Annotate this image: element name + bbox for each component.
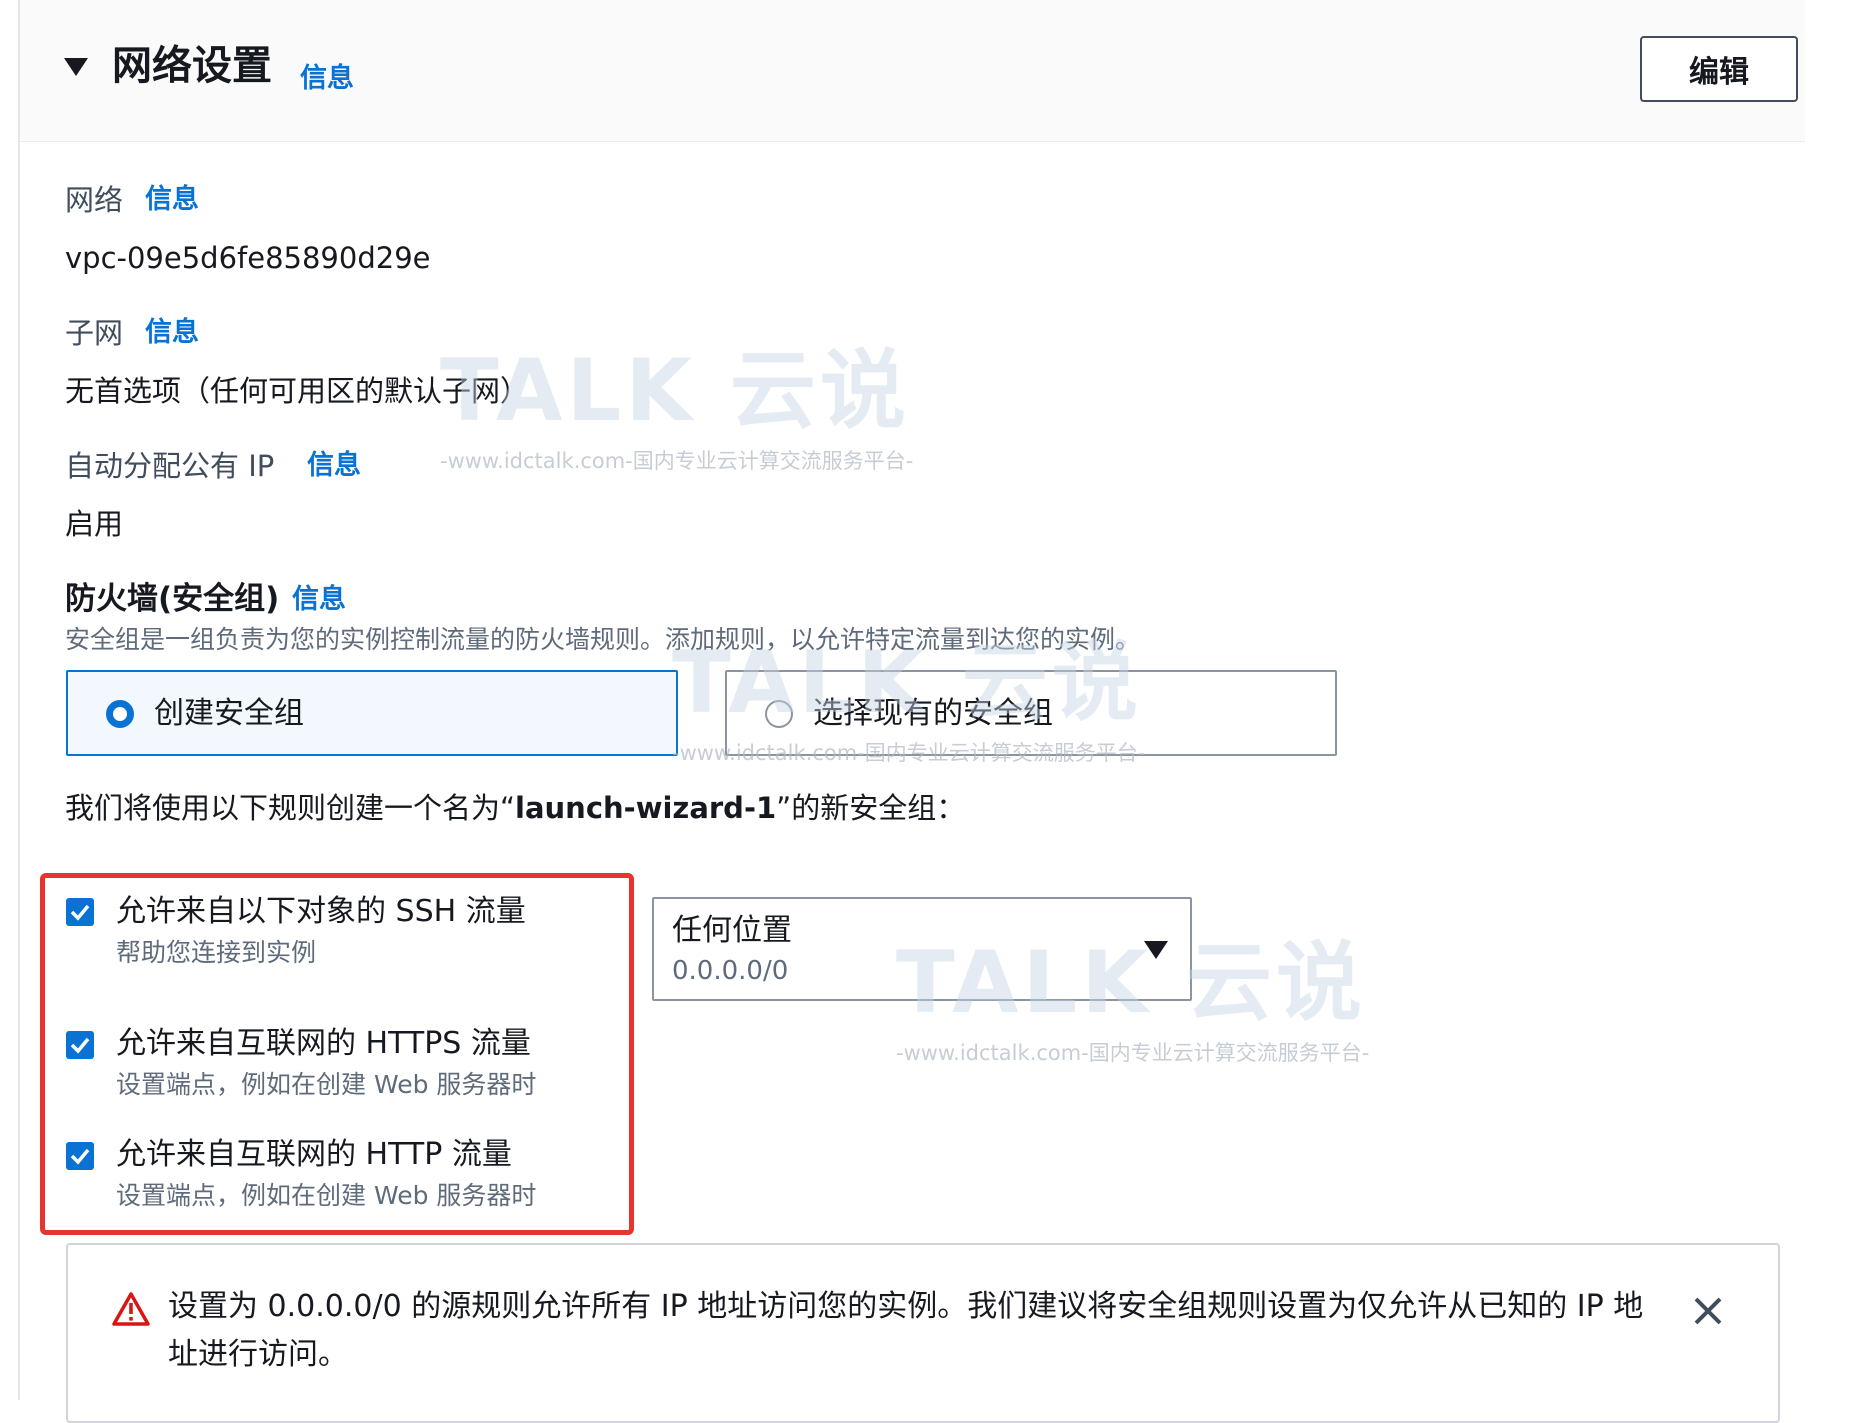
edit-button[interactable]: 编辑 <box>1640 36 1798 102</box>
https-checkbox[interactable] <box>66 1031 94 1059</box>
security-group-intro: 我们将使用以下规则创建一个名为“launch-wizard-1”的新安全组： <box>65 790 965 826</box>
subnet-info-link[interactable]: 信息 <box>145 315 199 351</box>
check-icon <box>70 904 90 921</box>
ssh-source-value: 任何位置 <box>672 913 792 948</box>
dropdown-caret-icon <box>1144 941 1168 959</box>
close-icon[interactable] <box>1688 1291 1728 1331</box>
network-settings-panel: 网络设置 信息 编辑 网络 信息 vpc-09e5d6fe85890d29e 子… <box>0 0 1870 1423</box>
warning-icon <box>112 1292 150 1326</box>
ssh-source-cidr: 0.0.0.0/0 <box>672 956 789 986</box>
open-access-warning: 设置为 0.0.0.0/0 的源规则允许所有 IP 地址访问您的实例。我们建议将… <box>66 1243 1780 1423</box>
create-security-group-tile[interactable]: 创建安全组 <box>66 670 678 756</box>
header-info-link[interactable]: 信息 <box>300 56 354 95</box>
network-label: 网络 <box>65 183 124 217</box>
watermark-sub: -www.idctalk.com-国内专业云计算交流服务平台- <box>896 1041 1370 1065</box>
network-info-link[interactable]: 信息 <box>145 182 199 218</box>
network-value: vpc-09e5d6fe85890d29e <box>65 241 431 275</box>
panel-header: 网络设置 信息 编辑 <box>20 0 1805 142</box>
check-icon <box>70 1037 90 1054</box>
firewall-info-link[interactable]: 信息 <box>292 582 346 618</box>
check-icon <box>70 1148 90 1165</box>
ssh-source-select[interactable]: 任何位置 0.0.0.0/0 <box>652 897 1192 1001</box>
subnet-value: 无首选项（任何可用区的默认子网） <box>65 374 530 408</box>
ssh-rule-label: 允许来自以下对象的 SSH 流量 <box>116 894 526 929</box>
warning-text: 设置为 0.0.0.0/0 的源规则允许所有 IP 地址访问您的实例。我们建议将… <box>168 1289 1644 1372</box>
firewall-description: 安全组是一组负责为您的实例控制流量的防火墙规则。添加规则，以允许特定流量到达您的… <box>65 625 1141 654</box>
public-ip-value: 启用 <box>65 507 124 541</box>
intro-suffix: ”的新安全组： <box>776 791 966 825</box>
panel-title: 网络设置 <box>112 43 272 89</box>
public-ip-info-link[interactable]: 信息 <box>307 448 361 484</box>
panel-left-border <box>18 0 20 1400</box>
select-existing-group-tile[interactable]: 选择现有的安全组 <box>725 670 1337 756</box>
subnet-label: 子网 <box>65 316 124 350</box>
intro-prefix: 我们将使用以下规则创建一个名为“ <box>65 791 516 825</box>
https-rule-label: 允许来自互联网的 HTTPS 流量 <box>116 1026 531 1061</box>
select-existing-group-radio[interactable] <box>765 700 793 728</box>
ssh-checkbox[interactable] <box>66 898 94 926</box>
security-group-name: launch-wizard-1 <box>515 791 777 825</box>
collapse-caret-icon[interactable] <box>64 58 88 76</box>
watermark-sub: -www.idctalk.com-国内专业云计算交流服务平台- <box>440 449 914 473</box>
create-security-group-label: 创建安全组 <box>154 696 304 731</box>
http-checkbox[interactable] <box>66 1142 94 1170</box>
ssh-rule-description: 帮助您连接到实例 <box>116 938 317 967</box>
https-rule-description: 设置端点，例如在创建 Web 服务器时 <box>116 1070 537 1099</box>
select-existing-group-label: 选择现有的安全组 <box>813 696 1053 731</box>
firewall-title: 防火墙(安全组) <box>65 581 280 617</box>
http-rule-label: 允许来自互联网的 HTTP 流量 <box>116 1137 512 1172</box>
public-ip-label: 自动分配公有 IP <box>65 449 275 483</box>
create-security-group-radio[interactable] <box>106 700 134 728</box>
http-rule-description: 设置端点，例如在创建 Web 服务器时 <box>116 1181 537 1210</box>
